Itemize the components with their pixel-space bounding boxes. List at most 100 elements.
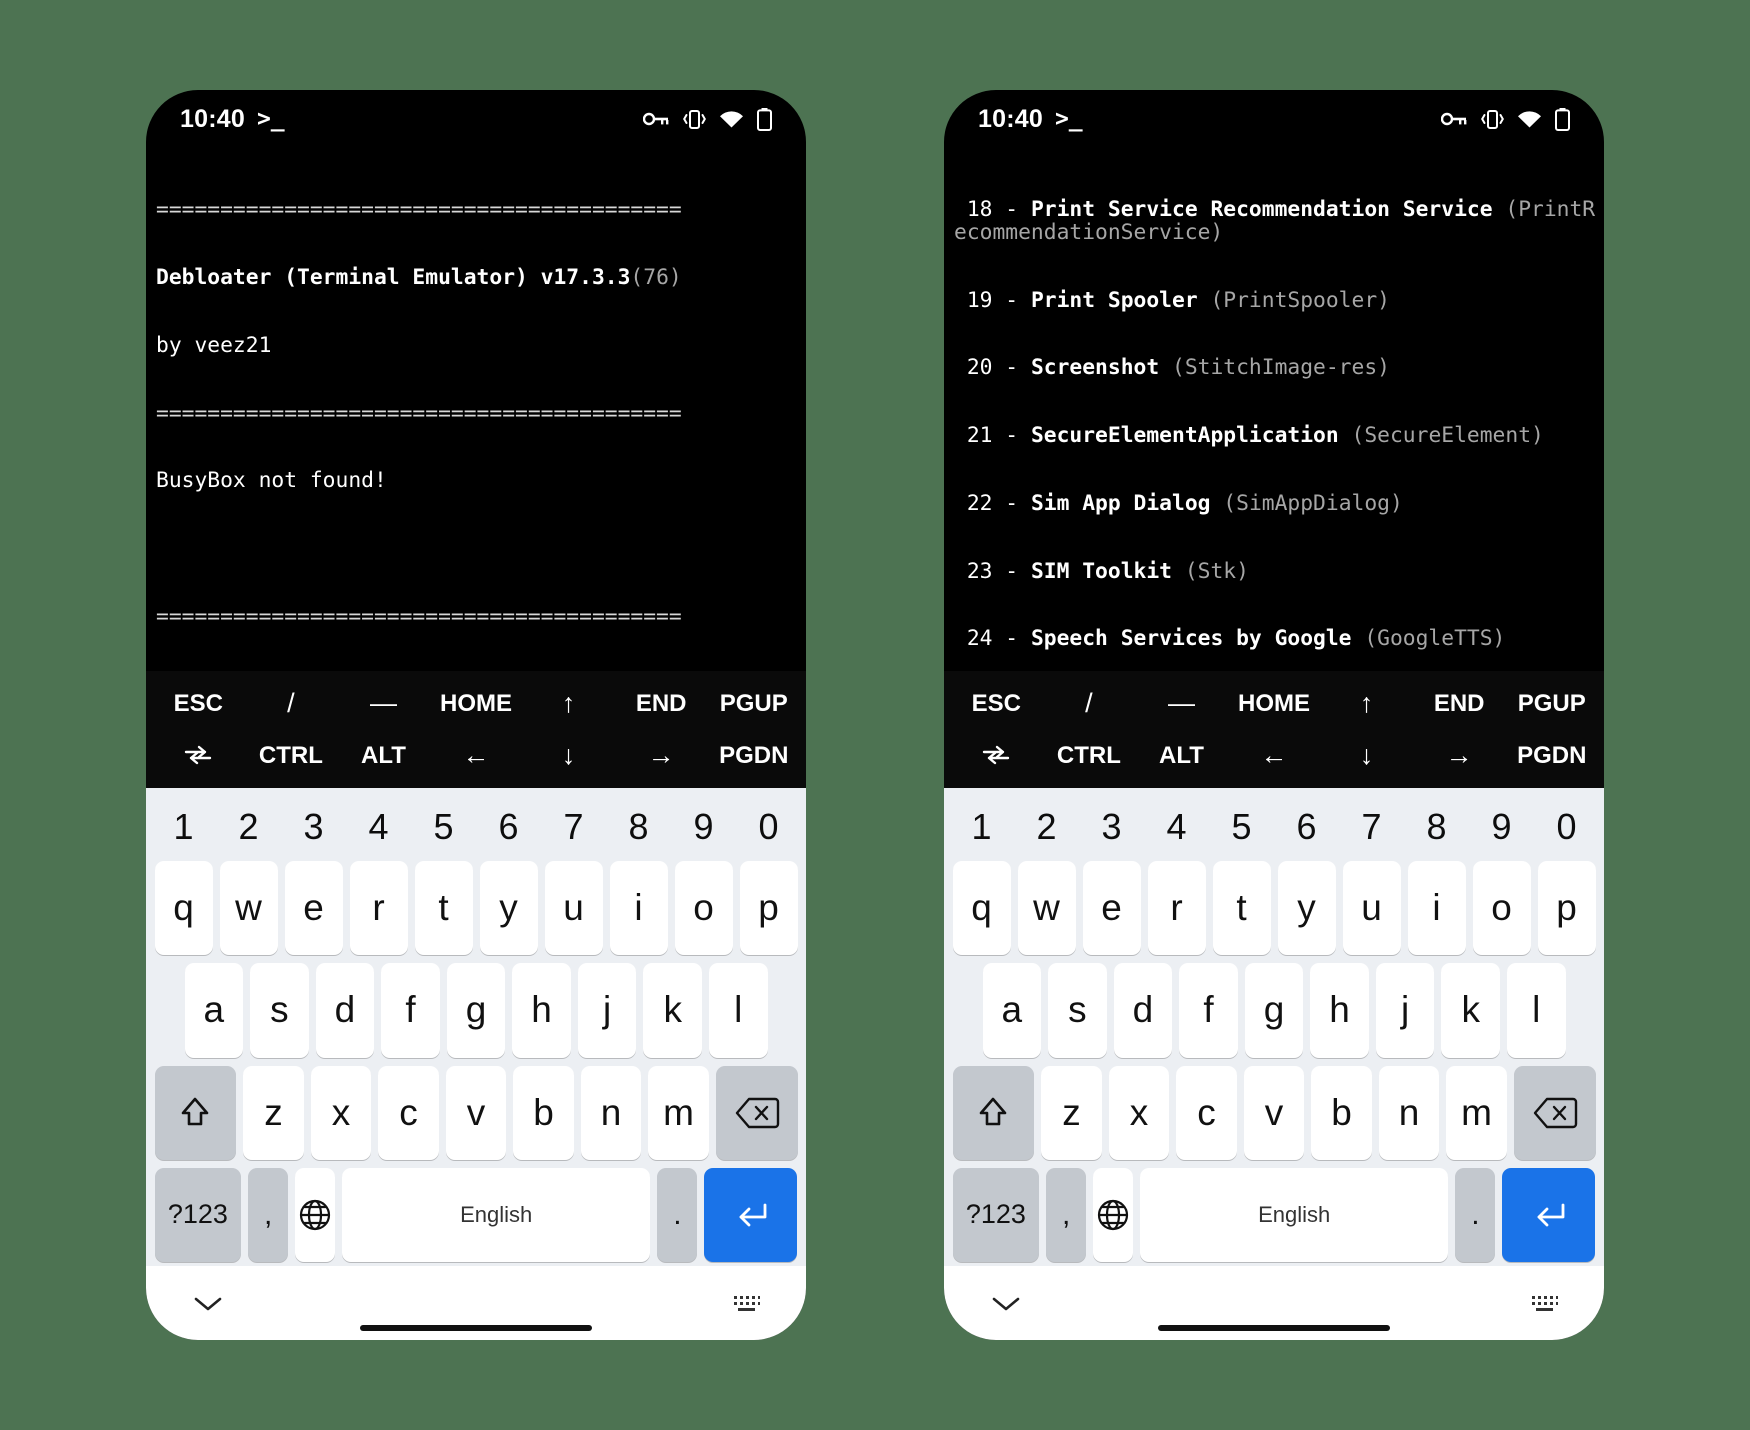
key-s[interactable]: s — [250, 963, 309, 1058]
key-t[interactable]: t — [1212, 861, 1271, 956]
key-8[interactable]: 8 — [610, 797, 668, 857]
pgdn-key[interactable]: PGDN — [707, 743, 800, 768]
key-3[interactable]: 3 — [1083, 797, 1141, 857]
key-n[interactable]: n — [580, 1065, 642, 1160]
key-5[interactable]: 5 — [415, 797, 473, 857]
key-m[interactable]: m — [1446, 1065, 1507, 1160]
key-w[interactable]: w — [219, 861, 278, 956]
app-list-item[interactable]: 22 - Sim App Dialog (SimAppDialog) — [954, 492, 1604, 516]
tab-icon[interactable] — [950, 743, 1043, 768]
key-5[interactable]: 5 — [1213, 797, 1271, 857]
key-x[interactable]: x — [310, 1065, 372, 1160]
key-i[interactable]: i — [1407, 861, 1466, 956]
key-j[interactable]: j — [577, 963, 637, 1058]
key-k[interactable]: k — [1441, 963, 1500, 1058]
key-8[interactable]: 8 — [1408, 797, 1466, 857]
key-2[interactable]: 2 — [220, 797, 278, 857]
slash-key[interactable]: / — [1043, 690, 1136, 717]
key-3[interactable]: 3 — [285, 797, 343, 857]
key-6[interactable]: 6 — [1278, 797, 1336, 857]
space-key[interactable]: English — [1139, 1167, 1449, 1262]
end-key[interactable]: END — [1413, 691, 1506, 716]
arrow-down-icon[interactable]: ↓ — [1320, 742, 1413, 769]
key-f[interactable]: f — [381, 963, 440, 1058]
key-a[interactable]: a — [982, 963, 1042, 1058]
key-n[interactable]: n — [1378, 1065, 1440, 1160]
alt-key[interactable]: ALT — [337, 743, 430, 768]
chevron-down-icon[interactable] — [190, 1291, 226, 1315]
backspace-icon[interactable] — [715, 1065, 798, 1160]
key-q[interactable]: q — [154, 861, 213, 956]
key-i[interactable]: i — [609, 861, 668, 956]
key-u[interactable]: u — [544, 861, 603, 956]
arrow-left-icon[interactable]: ← — [1228, 742, 1321, 769]
key-0[interactable]: 0 — [1538, 797, 1596, 857]
keyboard-icon[interactable] — [1530, 1292, 1560, 1314]
key-p[interactable]: p — [1537, 861, 1596, 956]
ctrl-key[interactable]: CTRL — [1043, 743, 1136, 768]
comma-key[interactable]: , — [248, 1167, 289, 1262]
symbols-key[interactable]: ?123 — [952, 1167, 1040, 1262]
key-a[interactable]: a — [184, 963, 244, 1058]
pgup-key[interactable]: PGUP — [1505, 691, 1598, 716]
key-r[interactable]: r — [1147, 861, 1206, 956]
key-6[interactable]: 6 — [480, 797, 538, 857]
slash-key[interactable]: / — [245, 690, 338, 717]
shift-icon[interactable] — [952, 1065, 1035, 1160]
key-g[interactable]: g — [1244, 963, 1304, 1058]
key-k[interactable]: k — [643, 963, 702, 1058]
key-4[interactable]: 4 — [350, 797, 408, 857]
key-u[interactable]: u — [1342, 861, 1401, 956]
key-d[interactable]: d — [315, 963, 375, 1058]
arrow-up-icon[interactable]: ↑ — [522, 690, 615, 717]
key-o[interactable]: o — [1472, 861, 1531, 956]
key-x[interactable]: x — [1108, 1065, 1170, 1160]
globe-icon[interactable] — [1093, 1167, 1133, 1262]
arrow-up-icon[interactable]: ↑ — [1320, 690, 1413, 717]
key-2[interactable]: 2 — [1018, 797, 1076, 857]
key-9[interactable]: 9 — [1473, 797, 1531, 857]
key-l[interactable]: l — [1507, 963, 1566, 1058]
comma-key[interactable]: , — [1046, 1167, 1087, 1262]
key-c[interactable]: c — [1176, 1065, 1237, 1160]
key-z[interactable]: z — [243, 1065, 304, 1160]
pgdn-key[interactable]: PGDN — [1505, 743, 1598, 768]
key-b[interactable]: b — [513, 1065, 574, 1160]
ctrl-key[interactable]: CTRL — [245, 743, 338, 768]
end-key[interactable]: END — [615, 691, 708, 716]
key-j[interactable]: j — [1375, 963, 1435, 1058]
key-h[interactable]: h — [512, 963, 571, 1058]
key-y[interactable]: y — [1277, 861, 1336, 956]
key-9[interactable]: 9 — [675, 797, 733, 857]
esc-key[interactable]: ESC — [152, 691, 245, 716]
alt-key[interactable]: ALT — [1135, 743, 1228, 768]
key-1[interactable]: 1 — [953, 797, 1011, 857]
space-key[interactable]: English — [341, 1167, 651, 1262]
app-list-item[interactable]: 24 - Speech Services by Google (GoogleTT… — [954, 628, 1604, 651]
key-g[interactable]: g — [446, 963, 506, 1058]
key-0[interactable]: 0 — [740, 797, 798, 857]
arrow-right-icon[interactable]: → — [1413, 742, 1506, 769]
key-h[interactable]: h — [1310, 963, 1369, 1058]
home-key[interactable]: HOME — [1228, 691, 1321, 716]
key-m[interactable]: m — [648, 1065, 709, 1160]
symbols-key[interactable]: ?123 — [154, 1167, 242, 1262]
key-4[interactable]: 4 — [1148, 797, 1206, 857]
key-t[interactable]: t — [414, 861, 473, 956]
key-e[interactable]: e — [284, 861, 343, 956]
key-v[interactable]: v — [445, 1065, 507, 1160]
key-f[interactable]: f — [1179, 963, 1238, 1058]
home-key[interactable]: HOME — [430, 691, 523, 716]
key-1[interactable]: 1 — [155, 797, 213, 857]
key-s[interactable]: s — [1048, 963, 1107, 1058]
key-l[interactable]: l — [709, 963, 768, 1058]
app-list-item[interactable]: 19 - Print Spooler (PrintSpooler) — [954, 289, 1604, 313]
arrow-down-icon[interactable]: ↓ — [522, 742, 615, 769]
dash-key[interactable]: — — [1135, 690, 1228, 717]
esc-key[interactable]: ESC — [950, 691, 1043, 716]
period-key[interactable]: . — [657, 1167, 698, 1262]
chevron-down-icon[interactable] — [988, 1291, 1024, 1315]
period-key[interactable]: . — [1455, 1167, 1496, 1262]
key-p[interactable]: p — [739, 861, 798, 956]
app-list-item[interactable]: 21 - SecureElementApplication (SecureEle… — [954, 424, 1604, 448]
